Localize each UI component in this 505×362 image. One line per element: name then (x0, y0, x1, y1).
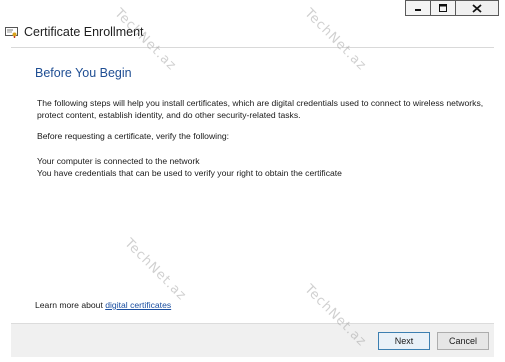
verify-prompt: Before requesting a certificate, verify … (37, 131, 230, 141)
minimize-icon (415, 9, 421, 11)
learn-more-prefix: Learn more about (35, 300, 106, 310)
certificate-app-icon (5, 27, 18, 38)
intro-text: The following steps will help you instal… (37, 98, 484, 120)
window-controls (405, 0, 499, 16)
next-button[interactable]: Next (378, 332, 430, 350)
window-left-margin (0, 46, 11, 362)
minimize-button[interactable] (405, 0, 431, 16)
checklist-item: Your computer is connected to the networ… (37, 156, 200, 166)
close-icon (472, 3, 482, 13)
maximize-button[interactable] (430, 0, 456, 16)
learn-more: Learn more about digital certificates (35, 300, 171, 310)
close-button[interactable] (455, 0, 499, 16)
wizard-content: Before You Begin The following steps wil… (11, 47, 494, 323)
checklist-item: You have credentials that can be used to… (37, 168, 342, 178)
certificate-enrollment-window: Certificate Enrollment Before You Begin … (0, 0, 505, 362)
window-title: Certificate Enrollment (24, 25, 144, 39)
page-title: Before You Begin (35, 66, 132, 80)
maximize-icon (439, 4, 447, 12)
wizard-footer: Next Cancel (11, 323, 494, 357)
title-bar[interactable]: Certificate Enrollment (0, 0, 505, 46)
digital-certificates-link[interactable]: digital certificates (105, 300, 171, 310)
cancel-button[interactable]: Cancel (437, 332, 489, 350)
